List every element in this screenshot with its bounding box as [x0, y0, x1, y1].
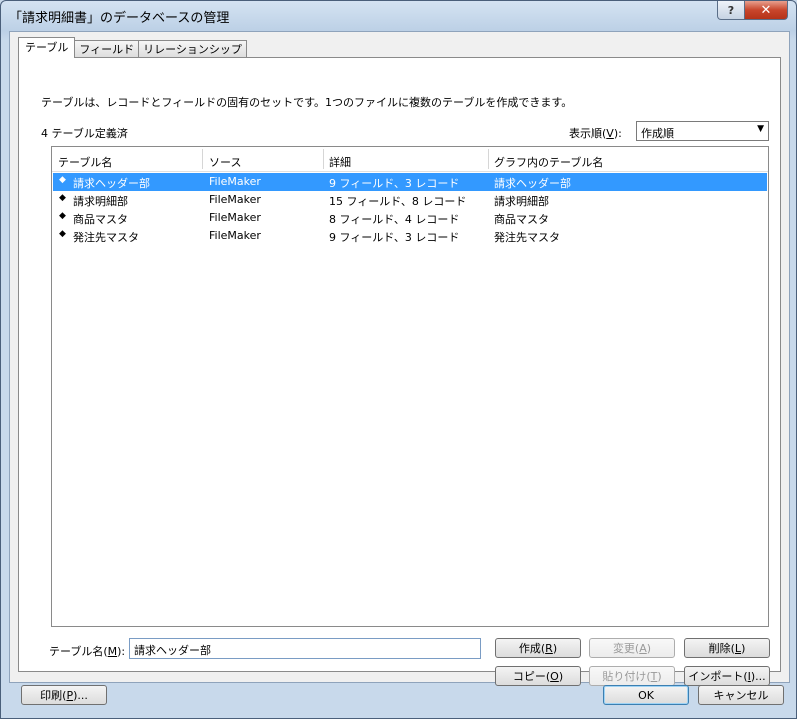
- row-detail: 9 フィールド、3 レコード: [329, 177, 460, 190]
- row-source: FileMaker: [209, 229, 261, 242]
- tab-tables[interactable]: テーブル: [18, 37, 76, 58]
- updown-arrow-icon[interactable]: ◆: [59, 175, 66, 185]
- chevron-down-icon: ▼: [757, 124, 764, 134]
- delete-button[interactable]: 削除(L): [684, 638, 770, 658]
- row-table-name: 発注先マスタ: [73, 231, 139, 244]
- table-count-label: 4 テーブル定義済: [41, 127, 128, 140]
- row-detail: 9 フィールド、3 レコード: [329, 231, 460, 244]
- tables-list[interactable]: テーブル名 ソース 詳細 グラフ内のテーブル名 ◆ 請求ヘッダー部 FileMa…: [51, 146, 769, 627]
- row-table-name: 請求明細部: [73, 195, 128, 208]
- column-header-table-name[interactable]: テーブル名: [58, 154, 112, 170]
- row-table-name: 商品マスタ: [73, 213, 128, 226]
- row-graph-name: 請求ヘッダー部: [494, 177, 571, 190]
- help-button[interactable]: ?: [717, 1, 745, 20]
- row-source: FileMaker: [209, 175, 261, 188]
- help-icon: ?: [727, 3, 735, 17]
- column-header-source[interactable]: ソース: [209, 154, 241, 170]
- sort-order-value: 作成順: [641, 127, 674, 140]
- print-button[interactable]: 印刷(P)...: [21, 685, 107, 705]
- window-title: 「請求明細書」のデータベースの管理: [9, 11, 230, 26]
- paste-button[interactable]: 貼り付け(T): [589, 666, 675, 686]
- dialog-window: 「請求明細書」のデータベースの管理 ? ✕ テーブル フィールド リレーションシ…: [0, 0, 797, 719]
- row-source: FileMaker: [209, 211, 261, 224]
- tab-relationships[interactable]: リレーションシップ: [138, 40, 247, 58]
- row-source: FileMaker: [209, 193, 261, 206]
- sort-label: 表示順(V):: [569, 127, 622, 140]
- table-row[interactable]: ◆ 請求ヘッダー部 FileMaker 9 フィールド、3 レコード 請求ヘッダ…: [53, 173, 767, 191]
- dialog-client: テーブル フィールド リレーションシップ テーブルは、レコードとフィールドの固有…: [9, 31, 790, 686]
- row-table-name: 請求ヘッダー部: [73, 177, 150, 190]
- table-name-input[interactable]: 請求ヘッダー部: [129, 638, 481, 659]
- cancel-button[interactable]: キャンセル: [698, 685, 784, 705]
- tables-panel: テーブルは、レコードとフィールドの固有のセットです。1つのファイルに複数のテーブ…: [18, 57, 781, 686]
- row-detail: 15 フィールド、8 レコード: [329, 195, 467, 208]
- updown-arrow-icon[interactable]: ◆: [59, 193, 66, 203]
- column-divider[interactable]: [323, 149, 324, 169]
- import-button[interactable]: インポート(I)...: [684, 666, 770, 686]
- table-name-label: テーブル名(M):: [49, 645, 126, 658]
- row-graph-name: 請求明細部: [494, 195, 549, 208]
- ok-button[interactable]: OK: [603, 685, 689, 705]
- title-bar[interactable]: 「請求明細書」のデータベースの管理 ? ✕: [1, 1, 796, 29]
- table-header: テーブル名 ソース 詳細 グラフ内のテーブル名: [52, 149, 768, 172]
- column-divider[interactable]: [488, 149, 489, 169]
- close-icon: ✕: [760, 2, 772, 18]
- change-button[interactable]: 変更(A): [589, 638, 675, 658]
- row-detail: 8 フィールド、4 レコード: [329, 213, 460, 226]
- tab-strip: テーブル フィールド リレーションシップ: [18, 37, 247, 58]
- row-graph-name: 発注先マスタ: [494, 231, 560, 244]
- column-header-graph-name[interactable]: グラフ内のテーブル名: [494, 154, 603, 170]
- description-text: テーブルは、レコードとフィールドの固有のセットです。1つのファイルに複数のテーブ…: [41, 96, 573, 109]
- row-graph-name: 商品マスタ: [494, 213, 549, 226]
- updown-arrow-icon[interactable]: ◆: [59, 229, 66, 239]
- column-header-detail[interactable]: 詳細: [329, 154, 351, 170]
- table-row[interactable]: ◆ 商品マスタ FileMaker 8 フィールド、4 レコード 商品マスタ: [53, 209, 767, 227]
- table-row[interactable]: ◆ 発注先マスタ FileMaker 9 フィールド、3 レコード 発注先マスタ: [53, 227, 767, 245]
- sort-order-select[interactable]: 作成順 ▼: [636, 121, 769, 141]
- create-button[interactable]: 作成(R): [495, 638, 581, 658]
- tab-fields[interactable]: フィールド: [74, 40, 140, 58]
- table-name-value: 請求ヘッダー部: [134, 644, 211, 657]
- close-button[interactable]: ✕: [744, 1, 788, 20]
- updown-arrow-icon[interactable]: ◆: [59, 211, 66, 221]
- table-row[interactable]: ◆ 請求明細部 FileMaker 15 フィールド、8 レコード 請求明細部: [53, 191, 767, 209]
- copy-button[interactable]: コピー(O): [495, 666, 581, 686]
- column-divider[interactable]: [202, 149, 203, 169]
